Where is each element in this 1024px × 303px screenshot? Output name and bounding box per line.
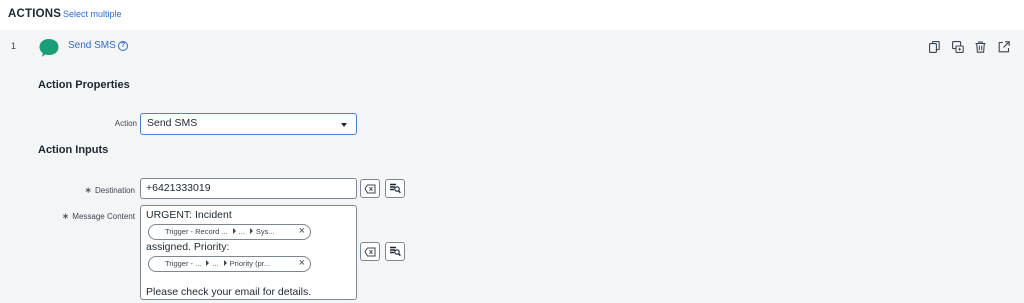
data-pill[interactable]: Trigger - ...... Priority (pr... × [148, 256, 311, 272]
action-properties-heading: Action Properties [38, 79, 130, 91]
action-select[interactable]: Send SMS [140, 113, 357, 135]
data-pill-picker-button[interactable] [385, 179, 405, 198]
action-name-link[interactable]: Send SMS [68, 40, 116, 51]
message-text-line: Please check your email for details. [146, 286, 312, 298]
header-bar: ACTIONS Select multiple [0, 0, 1024, 30]
data-pill[interactable]: Trigger - Record ...... Sys... × [148, 224, 311, 240]
copy-icon[interactable] [928, 40, 941, 53]
data-pill-picker-button[interactable] [385, 242, 405, 261]
action-select-value: Send SMS [147, 117, 198, 129]
help-icon[interactable]: ? [118, 41, 128, 51]
caret-right-icon [249, 228, 253, 234]
message-content-label: ∗ Message Content [62, 211, 135, 222]
open-external-icon[interactable] [997, 40, 1010, 53]
data-pill-segment: Priority (pr... [229, 259, 271, 268]
section-heading: ACTIONS [8, 8, 62, 20]
clear-icon [364, 247, 376, 257]
data-pill-segment: ... [238, 227, 245, 236]
row-toolbar [928, 40, 1010, 53]
caret-right-icon [232, 228, 236, 234]
data-pill-picker-icon [390, 246, 401, 257]
data-pill-segment: Trigger - ... [165, 259, 202, 268]
clear-icon [364, 184, 376, 194]
duplicate-icon[interactable] [951, 40, 964, 53]
action-label: Action [114, 119, 137, 128]
destination-label-text: Destination [94, 186, 135, 195]
destination-input[interactable]: +6421333019 [140, 178, 357, 199]
caret-right-icon [206, 260, 210, 266]
data-pill-segment: ... [212, 259, 219, 268]
clear-value-button[interactable] [360, 179, 380, 198]
close-icon[interactable]: × [299, 257, 305, 269]
action-panel: 1 Send SMS ? Action Properties Action Se… [0, 30, 1024, 303]
message-content-label-text: Message Content [72, 212, 135, 221]
message-text-line: assigned. Priority: [146, 241, 230, 253]
message-content-field[interactable]: URGENT: Incident Trigger - Record ......… [140, 205, 357, 300]
data-pill-picker-icon [390, 183, 401, 194]
action-inputs-heading: Action Inputs [38, 144, 109, 156]
data-pill-segment: Sys... [255, 227, 275, 236]
clear-value-button[interactable] [360, 242, 380, 261]
message-text-line: URGENT: Incident [146, 209, 232, 221]
data-pill-segment: Trigger - Record ... [165, 227, 228, 236]
select-multiple-link[interactable]: Select multiple [63, 9, 122, 19]
required-marker: ∗ [61, 211, 70, 221]
required-marker: ∗ [84, 185, 92, 195]
caret-down-icon [341, 123, 347, 127]
caret-right-icon [223, 260, 227, 266]
destination-label: ∗ Destination [84, 185, 135, 196]
action-number: 1 [11, 41, 17, 51]
chat-bubble-icon [38, 37, 60, 59]
destination-value: +6421333019 [146, 182, 211, 194]
close-icon[interactable]: × [299, 225, 305, 237]
trash-icon[interactable] [974, 40, 987, 53]
